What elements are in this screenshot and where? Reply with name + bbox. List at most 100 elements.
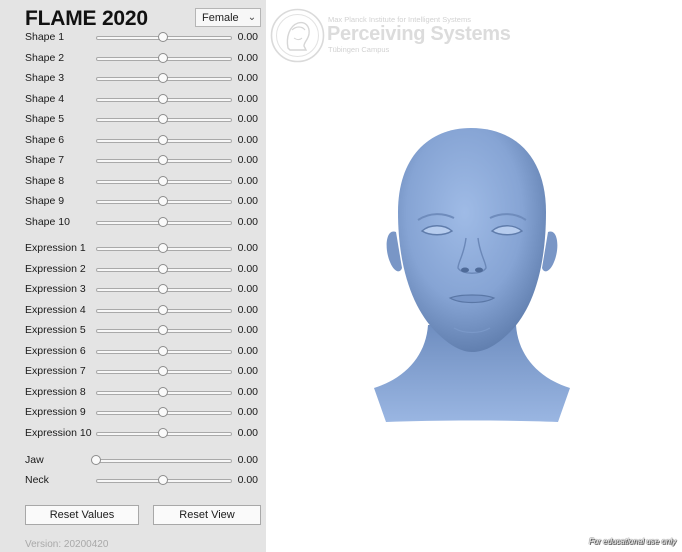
slider-row: Neck 0.00 xyxy=(0,471,266,491)
slider-value: 0.00 xyxy=(237,426,258,439)
slider-label: Expression 6 xyxy=(25,344,86,357)
slider-label: Shape 1 xyxy=(25,31,65,43)
slider-value: 0.00 xyxy=(237,385,258,398)
slider-value: 0.00 xyxy=(237,174,258,187)
slider-label: Shape 4 xyxy=(25,92,65,105)
slider-row: Shape 5 0.00 xyxy=(0,110,266,130)
slider-value: 0.00 xyxy=(237,113,258,125)
slider-label: Shape 8 xyxy=(25,174,65,187)
slider-value: 0.00 xyxy=(237,474,258,486)
slider-value: 0.00 xyxy=(237,262,258,275)
slider-value: 0.00 xyxy=(237,92,258,105)
gender-select[interactable]: Female ⌄ xyxy=(195,8,261,27)
slider-value: 0.00 xyxy=(237,72,258,84)
slider-row: Shape 3 0.00 xyxy=(0,69,266,89)
slider-thumb[interactable] xyxy=(158,386,168,397)
slider-row: Expression 3 0.00 xyxy=(0,280,266,300)
slider-value: 0.00 xyxy=(237,242,258,254)
slider-row: Shape 1 0.00 xyxy=(0,28,266,48)
slider-thumb[interactable] xyxy=(91,455,101,465)
slider-value: 0.00 xyxy=(237,133,258,146)
slider-label: Shape 2 xyxy=(25,51,65,64)
slider-thumb[interactable] xyxy=(158,32,168,42)
slider-thumb[interactable] xyxy=(158,114,168,124)
slider-value: 0.00 xyxy=(237,51,258,64)
slider-row: Expression 2 0.00 xyxy=(0,260,266,280)
slider-row: Jaw 0.00 xyxy=(0,451,266,471)
slider-thumb[interactable] xyxy=(158,52,168,63)
group-name: Perceiving Systems xyxy=(327,23,511,45)
slider-thumb[interactable] xyxy=(158,175,168,186)
slider-label: Expression 8 xyxy=(25,385,86,398)
slider-thumb[interactable] xyxy=(158,216,168,227)
slider-label: Shape 10 xyxy=(25,215,70,228)
slider-thumb[interactable] xyxy=(158,366,168,376)
slider-row: Shape 9 0.00 xyxy=(0,192,266,212)
slider-thumb[interactable] xyxy=(158,325,168,335)
slider-row: Expression 4 0.00 xyxy=(0,301,266,321)
slider-label: Expression 9 xyxy=(25,406,86,418)
slider-thumb[interactable] xyxy=(158,284,168,294)
slider-thumb[interactable] xyxy=(158,263,168,274)
reset-view-button[interactable]: Reset View xyxy=(153,505,261,525)
slider-row: Shape 10 0.00 xyxy=(0,213,266,233)
slider-row: Expression 6 0.00 xyxy=(0,342,266,362)
slider-thumb[interactable] xyxy=(158,475,168,485)
slider-label: Jaw xyxy=(25,454,44,466)
slider-value: 0.00 xyxy=(237,195,258,207)
slider-label: Shape 7 xyxy=(25,154,65,166)
version-label: Version: 20200420 xyxy=(25,539,109,550)
slider-value: 0.00 xyxy=(237,406,258,418)
slider-label: Expression 1 xyxy=(25,242,86,254)
gender-select-value: Female xyxy=(202,11,239,24)
minerva-logo-icon xyxy=(270,8,325,63)
slider-thumb[interactable] xyxy=(158,155,168,165)
chevron-down-icon: ⌄ xyxy=(247,12,257,23)
slider-row: Expression 5 0.00 xyxy=(0,321,266,341)
slider-label: Expression 5 xyxy=(25,324,86,336)
campus-name: Tübingen Campus xyxy=(328,45,390,54)
slider-row: Expression 10 0.00 xyxy=(0,424,266,444)
slider-label: Expression 4 xyxy=(25,303,86,316)
slider-row: Expression 7 0.00 xyxy=(0,362,266,382)
slider-value: 0.00 xyxy=(237,344,258,357)
slider-value: 0.00 xyxy=(237,324,258,336)
slider-thumb[interactable] xyxy=(158,345,168,356)
slider-label: Shape 9 xyxy=(25,195,65,207)
slider-value: 0.00 xyxy=(237,303,258,316)
slider-thumb[interactable] xyxy=(158,407,168,417)
slider-value: 0.00 xyxy=(237,283,258,295)
slider-label: Shape 5 xyxy=(25,113,65,125)
slider-label: Expression 2 xyxy=(25,262,86,275)
slider-row: Shape 7 0.00 xyxy=(0,151,266,171)
control-panel: FLAME 2020 Female ⌄ Shape 1 0.00 Shape 2 0.… xyxy=(0,0,266,552)
slider-label: Shape 3 xyxy=(25,72,65,84)
slider-label: Shape 6 xyxy=(25,133,65,146)
slider-thumb[interactable] xyxy=(158,93,168,104)
slider-value: 0.00 xyxy=(237,31,258,43)
educational-notice: For educational use only xyxy=(588,537,676,546)
3d-head-model-icon[interactable] xyxy=(366,120,576,430)
reset-values-button[interactable]: Reset Values xyxy=(25,505,139,525)
slider-value: 0.00 xyxy=(237,154,258,166)
slider-row: Shape 8 0.00 xyxy=(0,172,266,192)
slider-row: Expression 9 0.00 xyxy=(0,403,266,423)
slider-track[interactable] xyxy=(96,459,232,463)
slider-row: Expression 8 0.00 xyxy=(0,383,266,403)
slider-row: Shape 6 0.00 xyxy=(0,131,266,151)
slider-value: 0.00 xyxy=(237,365,258,377)
slider-thumb[interactable] xyxy=(158,243,168,253)
slider-label: Expression 3 xyxy=(25,283,86,295)
slider-label: Expression 10 xyxy=(25,426,92,439)
slider-value: 0.00 xyxy=(237,215,258,228)
slider-row: Shape 4 0.00 xyxy=(0,90,266,110)
slider-label: Neck xyxy=(25,474,49,486)
slider-label: Expression 7 xyxy=(25,365,86,377)
slider-thumb[interactable] xyxy=(158,427,168,438)
slider-thumb[interactable] xyxy=(158,304,168,315)
slider-thumb[interactable] xyxy=(158,73,168,83)
slider-thumb[interactable] xyxy=(158,196,168,206)
slider-row: Expression 1 0.00 xyxy=(0,239,266,259)
slider-thumb[interactable] xyxy=(158,134,168,145)
slider-value: 0.00 xyxy=(237,454,258,466)
